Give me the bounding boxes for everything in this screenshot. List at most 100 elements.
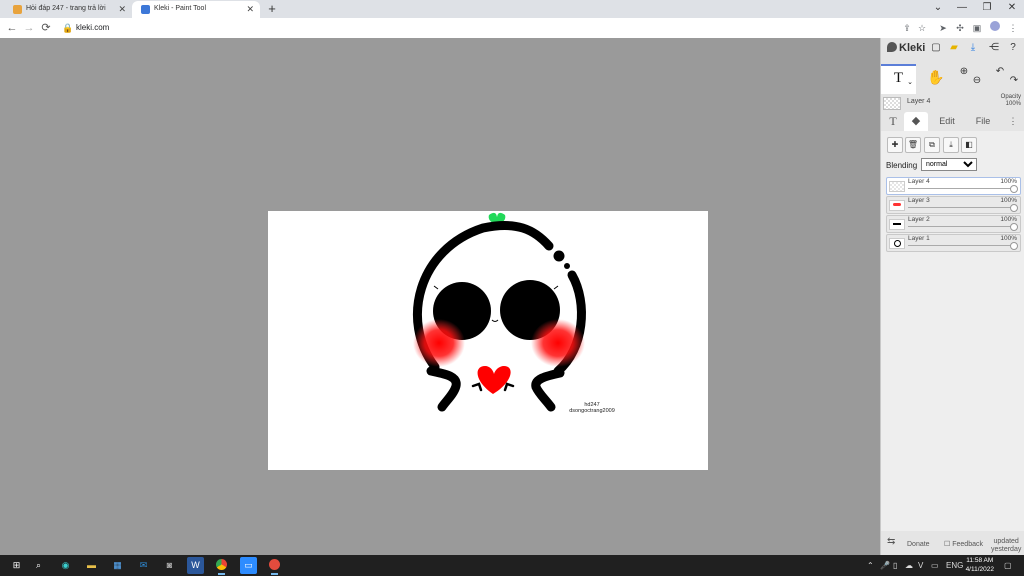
- clock-date: 4/11/2022: [965, 566, 994, 573]
- extension-arrow-icon[interactable]: ➤: [936, 21, 950, 35]
- browser-tab-kleki[interactable]: Kleki - Paint Tool ✕: [132, 1, 260, 18]
- layer-opacity-track: [908, 188, 1017, 189]
- tray-app-icon[interactable]: ▯: [893, 559, 897, 572]
- tray-mic-icon[interactable]: 🎤: [880, 559, 890, 572]
- layer-row[interactable]: Layer 4 100%: [886, 177, 1021, 195]
- edge-icon[interactable]: ◉: [57, 557, 74, 574]
- layer-row[interactable]: Layer 3 100%: [886, 196, 1021, 214]
- share-network-icon[interactable]: ⋲: [987, 41, 1001, 55]
- layer-opacity: 100%: [1000, 178, 1017, 185]
- opacity-readout[interactable]: Opacity 100%: [1001, 94, 1021, 108]
- camera-icon[interactable]: ◙: [161, 557, 178, 574]
- chevron-down-icon[interactable]: ⌄: [907, 70, 913, 94]
- side-panel-icon[interactable]: ▣: [970, 21, 984, 35]
- redo-icon[interactable]: ↷: [1007, 74, 1021, 88]
- eyelash-right: [553, 285, 559, 290]
- layer-opacity-track: [908, 245, 1017, 246]
- text-tool-label: T: [893, 70, 904, 86]
- layer-row[interactable]: Layer 2 100%: [886, 215, 1021, 233]
- feedback-label: Feedback: [952, 541, 983, 548]
- taskbar-clock[interactable]: 11:58 AM 4/11/2022: [966, 556, 994, 574]
- bookmark-star-icon[interactable]: ☆: [915, 21, 929, 35]
- layer-row[interactable]: Layer 1 100%: [886, 234, 1021, 252]
- tab-close-icon[interactable]: ✕: [118, 1, 126, 17]
- chrome-profile-icon[interactable]: [266, 557, 283, 575]
- updated-note[interactable]: updated yesterday: [991, 538, 1021, 554]
- tray-language[interactable]: ENG: [946, 559, 963, 572]
- drawing-canvas[interactable]: hd247 dsongoctrang2009: [268, 211, 708, 470]
- minimize-button[interactable]: —: [950, 0, 974, 18]
- zoom-app-icon[interactable]: ▭: [240, 557, 257, 574]
- reload-icon[interactable]: ⟳: [38, 20, 54, 36]
- chrome-icon[interactable]: [213, 557, 230, 575]
- tab-close-icon[interactable]: ✕: [246, 1, 254, 17]
- text-tool-button[interactable]: T ⌄: [881, 64, 916, 94]
- blending-select[interactable]: normal: [921, 158, 977, 171]
- zoom-out-icon[interactable]: ⊖: [970, 74, 984, 88]
- merge-layer-button[interactable]: ⤓: [943, 137, 959, 153]
- delete-layer-button[interactable]: 🗑: [905, 137, 921, 153]
- new-tab-button[interactable]: +: [264, 1, 280, 17]
- close-window-button[interactable]: ✕: [1000, 0, 1024, 18]
- layer-opacity-slider[interactable]: [1010, 185, 1018, 193]
- tray-chevron-icon[interactable]: ⌃: [867, 559, 874, 572]
- share-icon[interactable]: ⇪: [900, 21, 914, 35]
- duplicate-layer-button[interactable]: ⧉: [924, 137, 940, 153]
- profile-avatar[interactable]: [988, 21, 1002, 35]
- signature-line-2: dsongoctrang2009: [569, 408, 615, 414]
- blush-right: [531, 319, 585, 367]
- layer-thumbnail: [889, 238, 905, 249]
- store-icon[interactable]: ▦: [109, 557, 126, 574]
- search-icon[interactable]: ⌕: [30, 557, 47, 574]
- current-layer-thumbnail: [883, 97, 901, 110]
- rename-layer-button[interactable]: ◧: [961, 137, 977, 153]
- clock-time: 11:58 AM: [966, 557, 994, 564]
- tray-antivirus-icon[interactable]: V: [918, 559, 923, 572]
- layer-opacity-track: [908, 226, 1017, 227]
- feedback-link[interactable]: ☐ Feedback: [944, 541, 983, 549]
- address-bar[interactable]: [59, 20, 939, 36]
- help-icon[interactable]: ?: [1006, 41, 1020, 55]
- windows-start-icon[interactable]: ⊞: [8, 557, 25, 574]
- tray-cloud-icon[interactable]: ☁: [905, 559, 913, 572]
- new-image-icon[interactable]: ▢: [929, 41, 943, 55]
- back-icon[interactable]: ←: [4, 20, 20, 36]
- kleki-panel: Kleki ▢ ▰ ⤓ ⋲ ? T ⌄ ✋ ⊕ ⊖ ↶ ↷ Layer 4 Opa…: [880, 38, 1024, 555]
- add-layer-button[interactable]: ✚: [887, 137, 903, 153]
- browser-tab-hoidap[interactable]: Hỏi đáp 247 - trang trả lời ✕: [4, 1, 132, 18]
- hand-tool-icon[interactable]: ✋: [927, 70, 944, 84]
- notification-icon[interactable]: ▢: [1004, 559, 1012, 572]
- feedback-icon: ☐: [944, 541, 953, 548]
- lock-icon[interactable]: 🔒: [61, 21, 75, 35]
- zoom-in-icon[interactable]: ⊕: [957, 65, 971, 79]
- more-menu-icon[interactable]: ⋮: [1006, 112, 1020, 131]
- kleki-logo[interactable]: Kleki: [887, 42, 925, 54]
- updated-label: updated: [993, 538, 1019, 545]
- file-explorer-icon[interactable]: ▬: [83, 557, 100, 574]
- undo-icon[interactable]: ↶: [993, 65, 1007, 79]
- eyelash-left: [433, 285, 439, 290]
- layer-opacity-slider[interactable]: [1010, 204, 1018, 212]
- browser-menu-icon[interactable]: ⋮: [1006, 21, 1020, 35]
- tab-search-icon[interactable]: ⌄: [926, 0, 950, 18]
- donate-link[interactable]: Donate: [907, 541, 930, 549]
- save-folder-icon[interactable]: ▰: [947, 41, 961, 55]
- tab-layers[interactable]: ◆: [904, 112, 928, 131]
- extensions-puzzle-icon[interactable]: ✣: [953, 21, 967, 35]
- layer-name: Layer 3: [908, 197, 930, 204]
- word-icon[interactable]: W: [187, 557, 204, 574]
- forward-icon[interactable]: →: [21, 20, 37, 36]
- layer-opacity-slider[interactable]: [1010, 242, 1018, 250]
- download-icon[interactable]: ⤓: [966, 41, 980, 55]
- mail-icon[interactable]: ✉: [135, 557, 152, 574]
- layer-opacity-slider[interactable]: [1010, 223, 1018, 231]
- swap-icon[interactable]: ⇆: [887, 537, 895, 547]
- maximize-button[interactable]: ❐: [975, 0, 999, 18]
- head-dot-2: [564, 263, 570, 269]
- tab-file[interactable]: File: [969, 112, 997, 131]
- tab-brush-settings[interactable]: T: [885, 112, 901, 131]
- tab-favicon-icon: [141, 5, 150, 14]
- tab-edit[interactable]: Edit: [933, 112, 961, 131]
- tray-battery-icon[interactable]: ▭: [931, 559, 939, 572]
- drawing-artwork: [412, 212, 586, 412]
